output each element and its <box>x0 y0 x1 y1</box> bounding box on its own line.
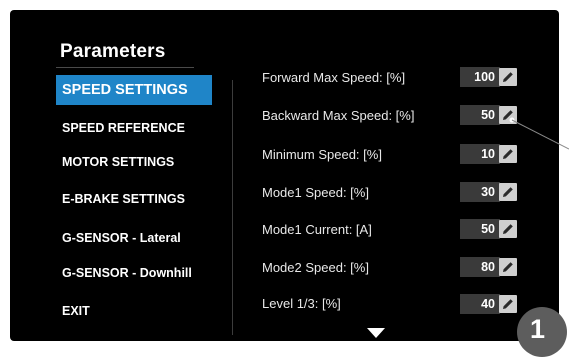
param-value-forward-max-speed[interactable]: 100 <box>460 67 500 87</box>
pencil-icon <box>503 224 513 234</box>
edit-forward-max-speed-button[interactable] <box>499 68 517 86</box>
edit-backward-max-speed-button[interactable] <box>499 106 517 124</box>
param-label-mode1-speed: Mode1 Speed: [%] <box>262 184 369 200</box>
edit-mode1-speed-button[interactable] <box>499 183 517 201</box>
edit-level-1-3-button[interactable] <box>499 295 517 313</box>
edit-mode1-current-button[interactable] <box>499 220 517 238</box>
pencil-icon <box>503 72 513 82</box>
menu-item-speed-settings[interactable]: SPEED SETTINGS <box>56 75 212 105</box>
param-value-minimum-speed[interactable]: 10 <box>460 144 500 164</box>
pencil-icon <box>503 149 513 159</box>
param-label-forward-max-speed: Forward Max Speed: [%] <box>262 69 406 85</box>
param-value-mode1-current[interactable]: 50 <box>460 219 500 239</box>
menu-divider <box>232 80 233 335</box>
pencil-icon <box>503 187 513 197</box>
menu-item-exit[interactable]: EXIT <box>56 297 212 325</box>
param-label-minimum-speed: Minimum Speed: [%] <box>262 146 382 162</box>
menu-item-speed-reference[interactable]: SPEED REFERENCE <box>56 114 212 142</box>
param-value-mode2-speed[interactable]: 80 <box>460 257 500 277</box>
param-value-mode1-speed[interactable]: 30 <box>460 182 500 202</box>
menu-item-g-sensor-downhill[interactable]: G-SENSOR - Downhill <box>56 259 212 287</box>
param-label-level-1-3: Level 1/3: [%] <box>262 295 341 311</box>
pencil-icon <box>503 299 513 309</box>
edit-mode2-speed-button[interactable] <box>499 258 517 276</box>
pencil-icon <box>503 110 513 120</box>
menu-item-g-sensor-lateral[interactable]: G-SENSOR - Lateral <box>56 224 212 252</box>
menu-item-motor-settings[interactable]: MOTOR SETTINGS <box>56 148 212 176</box>
menu-item-e-brake-settings[interactable]: E-BRAKE SETTINGS <box>56 185 212 213</box>
param-label-backward-max-speed: Backward Max Speed: [%] <box>262 107 415 123</box>
param-value-backward-max-speed[interactable]: 50 <box>460 105 500 125</box>
page-title: Parameters <box>60 41 166 62</box>
edit-minimum-speed-button[interactable] <box>499 145 517 163</box>
pencil-icon <box>503 262 513 272</box>
param-label-mode2-speed: Mode2 Speed: [%] <box>262 259 369 275</box>
callout-number-badge: 1 <box>517 307 567 357</box>
title-underline <box>56 67 194 68</box>
param-value-level-1-3[interactable]: 40 <box>460 294 500 314</box>
triangle-down-icon[interactable] <box>364 326 388 340</box>
param-label-mode1-current: Mode1 Current: [A] <box>262 221 372 237</box>
device-screen: Parameters SPEED SETTINGS SPEED REFERENC… <box>10 10 559 341</box>
